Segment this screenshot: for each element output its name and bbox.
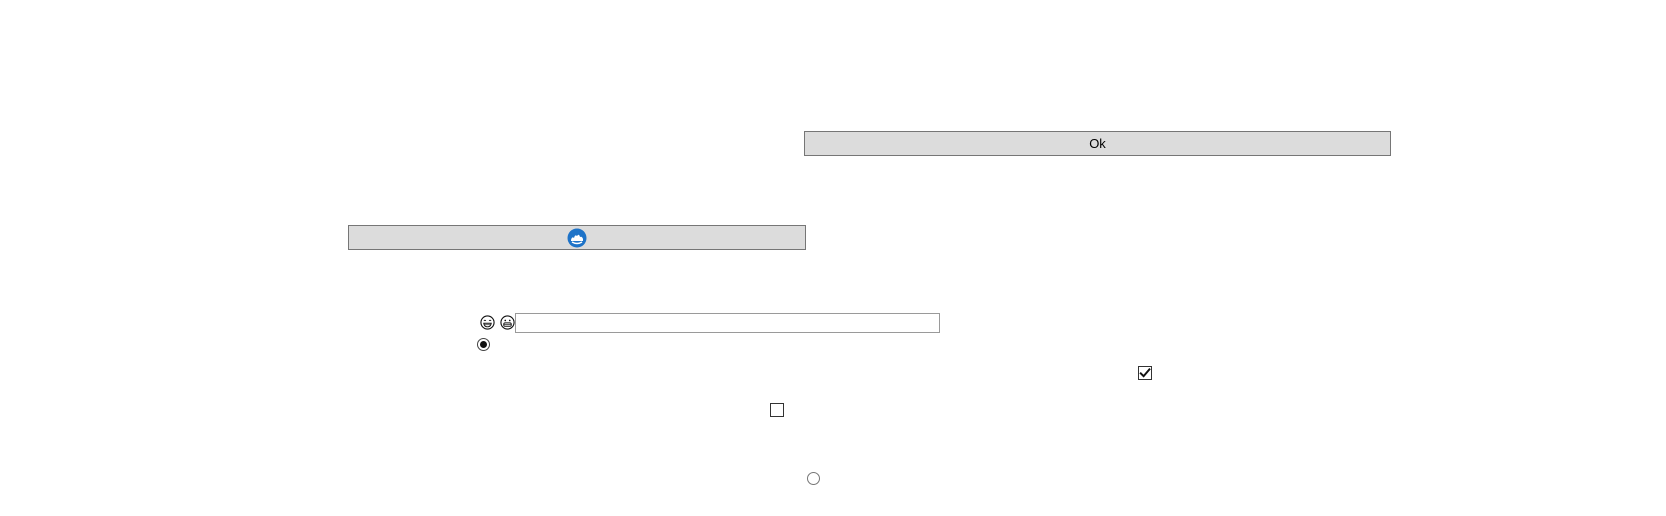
checkbox-unchecked[interactable] [770,403,784,417]
grinning-face-icon [499,314,515,330]
checkbox-checked[interactable] [1138,366,1152,380]
ok-button[interactable]: Ok [804,131,1391,156]
icon-button[interactable] [348,225,806,250]
cloud-swirl-icon [567,228,587,248]
radio-dot [480,341,487,348]
radio-button-selected[interactable] [477,338,490,351]
laughing-face-icon [479,314,495,330]
text-input[interactable] [515,313,940,333]
check-mark-icon [1139,367,1151,379]
radio-button-unselected[interactable] [807,472,820,485]
